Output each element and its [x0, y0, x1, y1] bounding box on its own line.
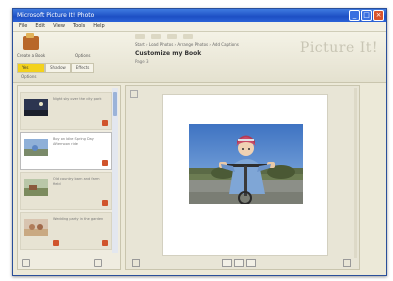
menu-tools[interactable]: Tools	[73, 22, 85, 31]
photo-boy-on-bike[interactable]	[189, 124, 303, 204]
option-segments: Yes Shadow Effects	[17, 63, 95, 73]
segment-effects[interactable]: Effects	[70, 63, 95, 73]
scrollbar-thumb[interactable]	[113, 92, 117, 116]
book-page[interactable]	[162, 94, 328, 256]
zoom-out-button[interactable]	[222, 259, 232, 267]
minimize-button[interactable]: _	[349, 10, 360, 21]
segment-yes[interactable]: Yes	[17, 63, 45, 73]
toolbar-button[interactable]	[183, 34, 193, 39]
zoom-in-button[interactable]	[246, 259, 256, 267]
thumbnail-caption: Old country barn and farm field	[53, 177, 100, 186]
toolbar-button[interactable]	[167, 34, 177, 39]
edit-badge-icon[interactable]	[102, 200, 108, 206]
window-title: Microsoft Picture It! Photo	[17, 12, 95, 19]
app-window: Microsoft Picture It! Photo _ □ × File E…	[12, 8, 387, 276]
toolbar-right-label: Options	[75, 53, 91, 58]
prev-page-icon[interactable]	[132, 259, 140, 267]
photo-thumbnail	[24, 99, 48, 116]
toolbar-button[interactable]	[135, 34, 145, 39]
breadcrumb[interactable]: Start › Load Photos › Arrange Photos › A…	[135, 42, 239, 47]
photo-thumbnail	[24, 139, 48, 156]
list-item[interactable]: Wedding party in the garden	[20, 212, 112, 250]
toolbar-button[interactable]	[151, 34, 161, 39]
add-icon[interactable]	[22, 259, 30, 267]
zoom-controls	[222, 259, 256, 267]
toolbar-controls	[135, 34, 193, 39]
menu-edit[interactable]: Edit	[35, 22, 45, 31]
page-title: Customize my Book	[135, 50, 202, 57]
edit-badge-icon[interactable]	[53, 240, 59, 246]
delete-badge-icon[interactable]	[102, 240, 108, 246]
thumbnail-caption: Boy on bike Spring Day Afternoon ride	[53, 137, 94, 146]
sidebar-scrollbar[interactable]	[112, 88, 118, 253]
settings-icon[interactable]	[94, 259, 102, 267]
page-subtitle: Page 3	[135, 59, 149, 64]
maximize-button[interactable]: □	[361, 10, 372, 21]
menu-view[interactable]: View	[53, 22, 65, 31]
window-controls: _ □ ×	[349, 10, 384, 21]
segment-shadow[interactable]: Shadow	[45, 63, 71, 73]
list-item-selected[interactable]: Boy on bike Spring Day Afternoon ride	[20, 132, 112, 170]
toolbar: Create a Book Options Yes Shadow Effects…	[13, 32, 386, 83]
sidebar-footer	[22, 259, 102, 267]
fit-button[interactable]	[234, 259, 244, 267]
menu-bar: File Edit View Tools Help	[13, 22, 386, 32]
toolbar-left-label: Create a Book	[17, 53, 46, 58]
corner-icon[interactable]	[130, 90, 138, 98]
options-sub-label: Options	[21, 74, 37, 79]
thumbnail-caption: Wedding party in the garden	[53, 217, 104, 221]
menu-file[interactable]: File	[19, 22, 27, 31]
thumbnail-caption: Night sky over the city park	[53, 97, 102, 101]
book-icon[interactable]	[23, 33, 39, 50]
canvas-footer	[126, 259, 359, 267]
photo-thumbnail	[24, 179, 48, 196]
thumbnail-sidebar: Night sky over the city park Boy on bike…	[17, 85, 121, 270]
photo-thumbnail	[24, 219, 48, 236]
edit-badge-icon[interactable]	[102, 160, 108, 166]
title-bar: Microsoft Picture It! Photo _ □ ×	[13, 9, 386, 22]
canvas-area	[125, 85, 360, 270]
menu-help[interactable]: Help	[93, 22, 104, 31]
canvas-scrollbar[interactable]	[354, 88, 357, 258]
list-item[interactable]: Old country barn and farm field	[20, 172, 112, 210]
app-logo: Picture It!	[299, 40, 378, 56]
list-item[interactable]: Night sky over the city park	[20, 92, 112, 130]
next-page-icon[interactable]	[343, 259, 351, 267]
edit-badge-icon[interactable]	[102, 120, 108, 126]
close-button[interactable]: ×	[373, 10, 384, 21]
